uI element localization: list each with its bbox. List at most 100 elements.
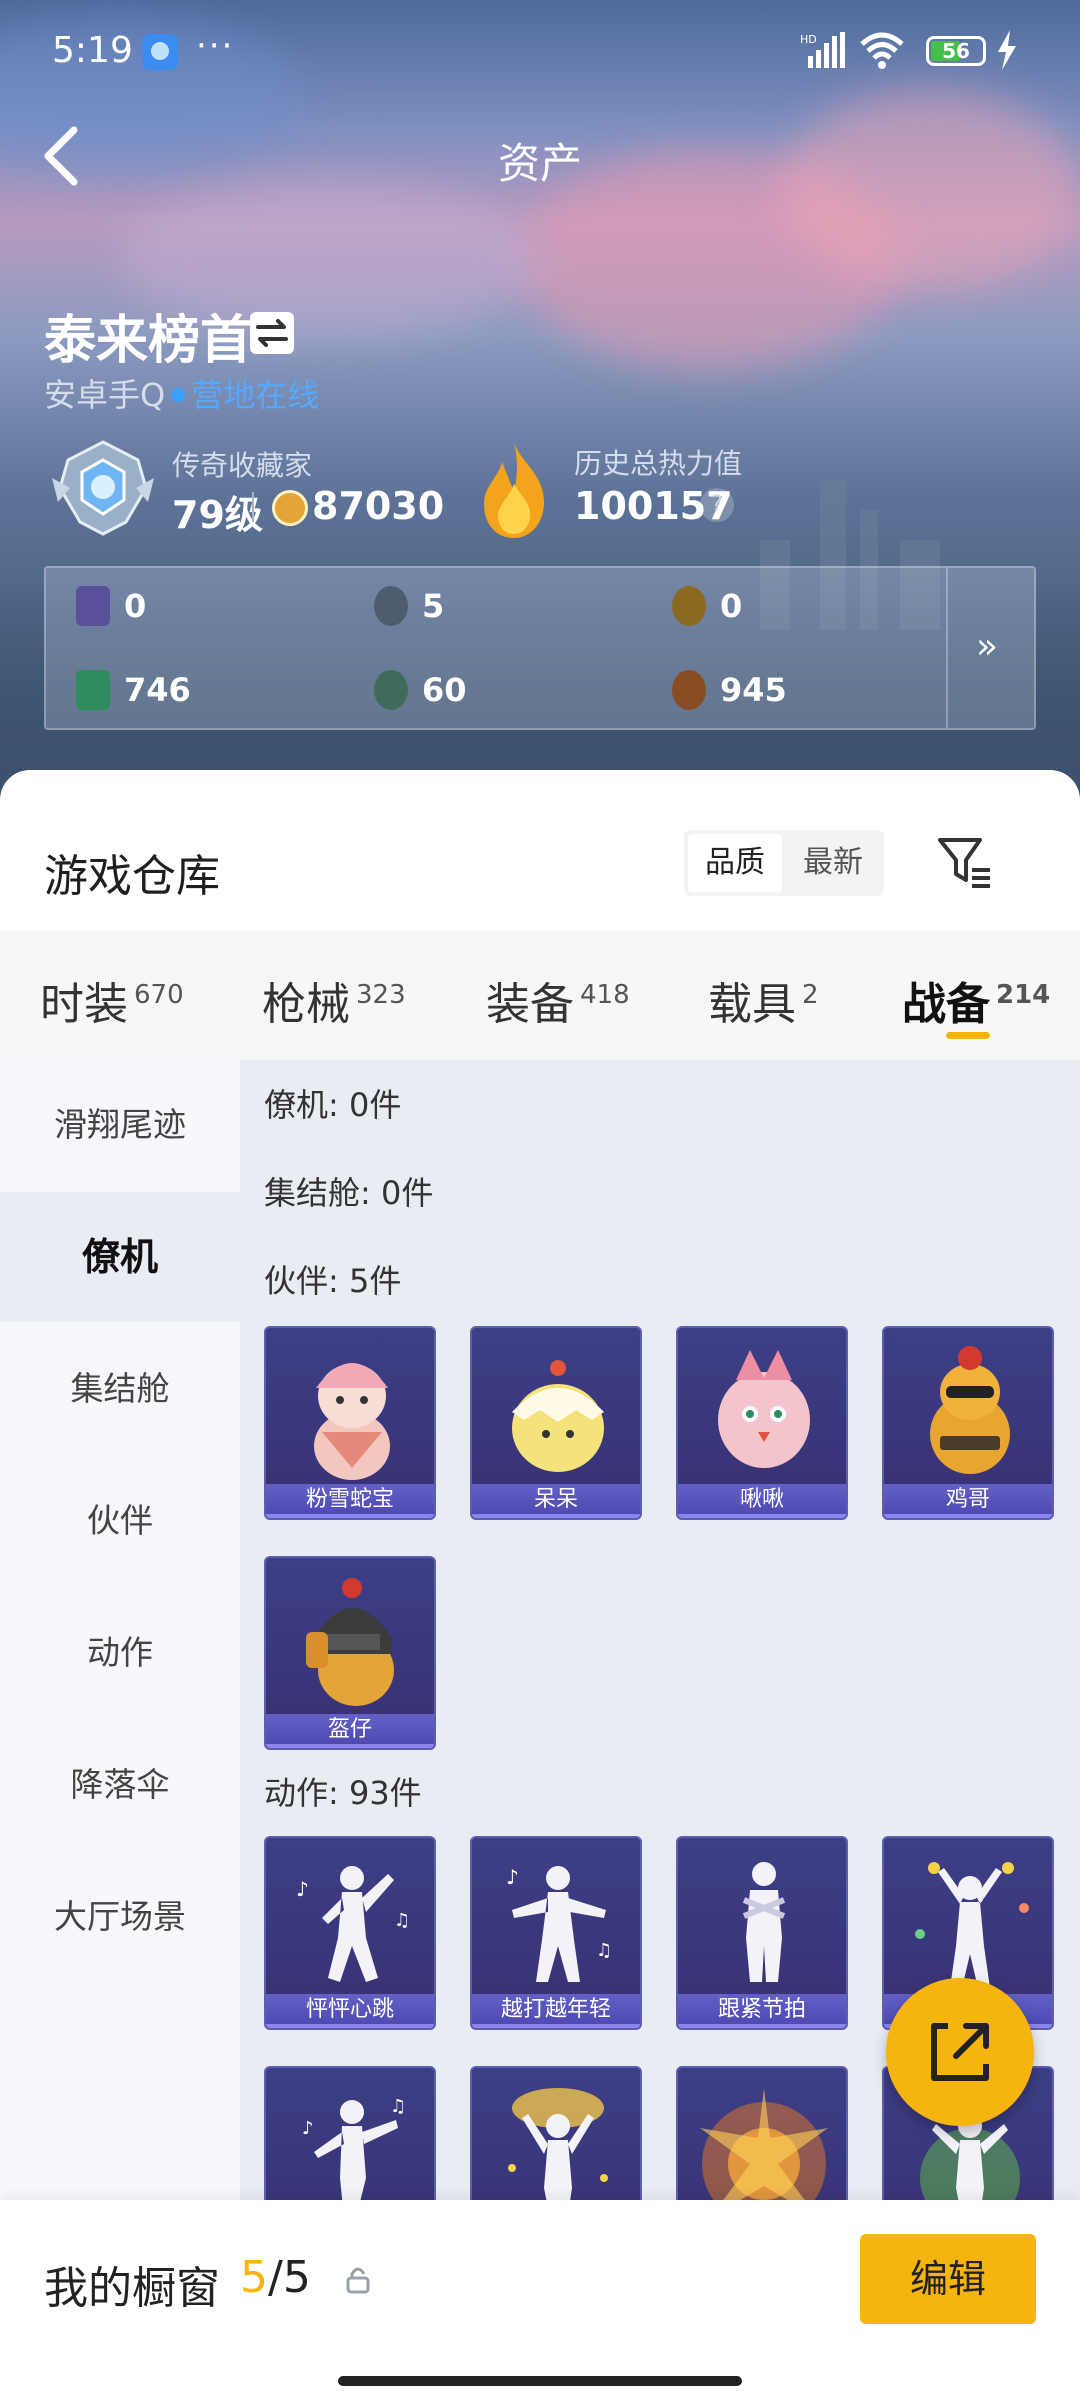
sidebar-item-wingman[interactable]: 僚机 <box>0 1192 240 1322</box>
bronze-coin-icon <box>672 670 706 710</box>
heat-title: 历史总热力值 <box>574 447 743 480</box>
account-platform: 安卓手Q <box>44 376 166 414</box>
online-dot <box>171 388 186 402</box>
sidebar-item-emote[interactable]: 动作 <box>0 1588 240 1718</box>
collection-coin-icon <box>272 490 308 526</box>
currency-item: 746 <box>76 670 191 710</box>
category-tabs: 时装 670 枪械 323 装备 418 载具 2 战备 214 <box>0 930 1080 1060</box>
currency-item: 60 <box>374 670 467 710</box>
emote-card[interactable]: ♪ ♫ 怦怦心跳 <box>264 1836 436 2030</box>
sidebar-item-glide-trail[interactable]: 滑翔尾迹 <box>0 1060 240 1190</box>
currency-value: 5 <box>422 587 445 625</box>
divider <box>252 492 254 522</box>
rank-level: 79级 <box>172 493 263 537</box>
item-name: 粉雪蛇宝 <box>266 1484 434 1518</box>
sidebar-item-gathering-pod[interactable]: 集结舱 <box>0 1324 240 1454</box>
sort-newest-button[interactable]: 最新 <box>786 834 880 892</box>
coin-icon <box>374 586 408 626</box>
item-name: 越打越年轻 <box>472 1994 640 2028</box>
pink-snake-figure <box>314 1363 390 1480</box>
sidebar-item-partner[interactable]: 伙伴 <box>0 1456 240 1586</box>
partner-card[interactable]: 盔仔 <box>264 1556 436 1750</box>
lock-icon <box>346 2267 370 2294</box>
ticket-icon <box>76 670 110 710</box>
svg-text:♪: ♪ <box>296 1877 309 1901</box>
tab-label: 载具 <box>708 979 796 1030</box>
filter-icon[interactable] <box>936 834 992 890</box>
section-emote: 动作: 93件 <box>264 1774 422 1812</box>
collection-coin-value: 87030 <box>312 484 445 528</box>
sort-quality-button[interactable]: 品质 <box>688 834 782 892</box>
showcase-separator: / <box>268 2252 283 2303</box>
share-export-icon[interactable] <box>886 1978 1034 2126</box>
tab-equipment[interactable]: 装备 418 <box>486 968 630 1032</box>
warehouse-title: 游戏仓库 <box>44 851 220 902</box>
tab-battle-prep[interactable]: 战备 214 <box>902 968 1050 1032</box>
partner-card[interactable]: 鸡哥 <box>882 1326 1054 1520</box>
wifi-icon <box>860 32 904 69</box>
edit-button[interactable]: 编辑 <box>860 2234 1036 2324</box>
sort-toggle: 品质 最新 <box>684 830 884 896</box>
flame-icon <box>484 442 544 538</box>
emote-card[interactable]: 跟紧节拍 <box>676 1836 848 2030</box>
section-gathering-pod: 集结舱: 0件 <box>264 1174 434 1212</box>
emote-card[interactable] <box>676 2066 848 2200</box>
helmet-bird-figure <box>306 1578 394 1706</box>
partner-card[interactable]: 啾啾 <box>676 1326 848 1520</box>
partner-card[interactable]: 呆呆 <box>470 1326 642 1520</box>
tab-vehicles[interactable]: 载具 2 <box>708 968 819 1032</box>
tab-firearms[interactable]: 枪械 323 <box>262 968 406 1032</box>
tab-count: 670 <box>134 980 184 1011</box>
sphere-icon <box>374 670 408 710</box>
emote-card[interactable]: ♪ ♫ 越打越年轻 <box>470 1836 642 2030</box>
warehouse-panel: 游戏仓库 品质 最新 时装 670 枪械 323 装备 418 载具 2 战备 214 滑… <box>0 770 1080 2200</box>
currency-value: 945 <box>720 671 787 709</box>
currency-item: 5 <box>374 586 444 626</box>
pink-bird-figure <box>718 1350 810 1468</box>
charging-icon <box>998 30 1016 70</box>
signal-icon: HD <box>800 32 845 68</box>
svg-text:♫: ♫ <box>394 1910 410 1931</box>
showcase-title: 我的橱窗 <box>44 2263 220 2314</box>
dancer-figure: ♪♫ <box>296 1866 410 1982</box>
battery-level: 56 <box>942 39 970 63</box>
item-name: 跟紧节拍 <box>678 1994 846 2028</box>
dancer-figure <box>742 1862 786 1982</box>
emote-card[interactable]: ♫ ♪ <box>264 2066 436 2200</box>
tab-count: 418 <box>580 980 630 1011</box>
home-indicator[interactable] <box>338 2376 742 2386</box>
rank-title: 传奇收藏家 <box>172 449 313 482</box>
sidebar-item-lobby-scene[interactable]: 大厅场景 <box>0 1852 240 1982</box>
item-name: 盔仔 <box>266 1714 434 1748</box>
tab-label: 装备 <box>486 979 574 1030</box>
account-info: 安卓手Q 营地在线 <box>44 370 319 416</box>
showcase-bar: 我的橱窗 5/5 编辑 <box>0 2200 1080 2400</box>
tab-count: 2 <box>802 980 819 1011</box>
currency-value: 0 <box>720 587 743 625</box>
dancer-figure <box>508 2088 608 2200</box>
emote-card[interactable] <box>470 2066 642 2200</box>
tab-label: 枪械 <box>262 979 350 1030</box>
currency-value: 60 <box>422 671 467 709</box>
switch-account-icon[interactable] <box>250 312 294 354</box>
player-name: 泰来榜首 <box>44 311 253 371</box>
svg-text:♫: ♫ <box>596 1940 612 1961</box>
showcase-used: 5 <box>240 2252 268 2303</box>
svg-text:♪: ♪ <box>302 2118 314 2139</box>
status-time: 5:19 <box>52 30 133 71</box>
rooster-figure <box>930 1346 1010 1474</box>
showcase-total: 5 <box>282 2252 311 2303</box>
currency-item: 0 <box>672 586 742 626</box>
help-icon[interactable]: ? <box>700 488 734 522</box>
tab-outfits[interactable]: 时装 670 <box>40 968 184 1032</box>
expand-currencies-icon[interactable]: » <box>976 626 998 667</box>
dancer-figure: ♫♪ <box>302 2096 406 2200</box>
item-name: 啾啾 <box>678 1484 846 1518</box>
currency-panel[interactable]: 0 5 0 746 60 945 » <box>44 566 1036 730</box>
dancer-figure <box>915 1862 1029 1988</box>
sidebar-item-parachute[interactable]: 降落伞 <box>0 1720 240 1850</box>
partner-card[interactable]: 粉雪蛇宝 <box>264 1326 436 1520</box>
signal-hd-label: HD <box>800 33 817 46</box>
currency-value: 746 <box>124 671 191 709</box>
app-notification-icon <box>142 34 178 70</box>
